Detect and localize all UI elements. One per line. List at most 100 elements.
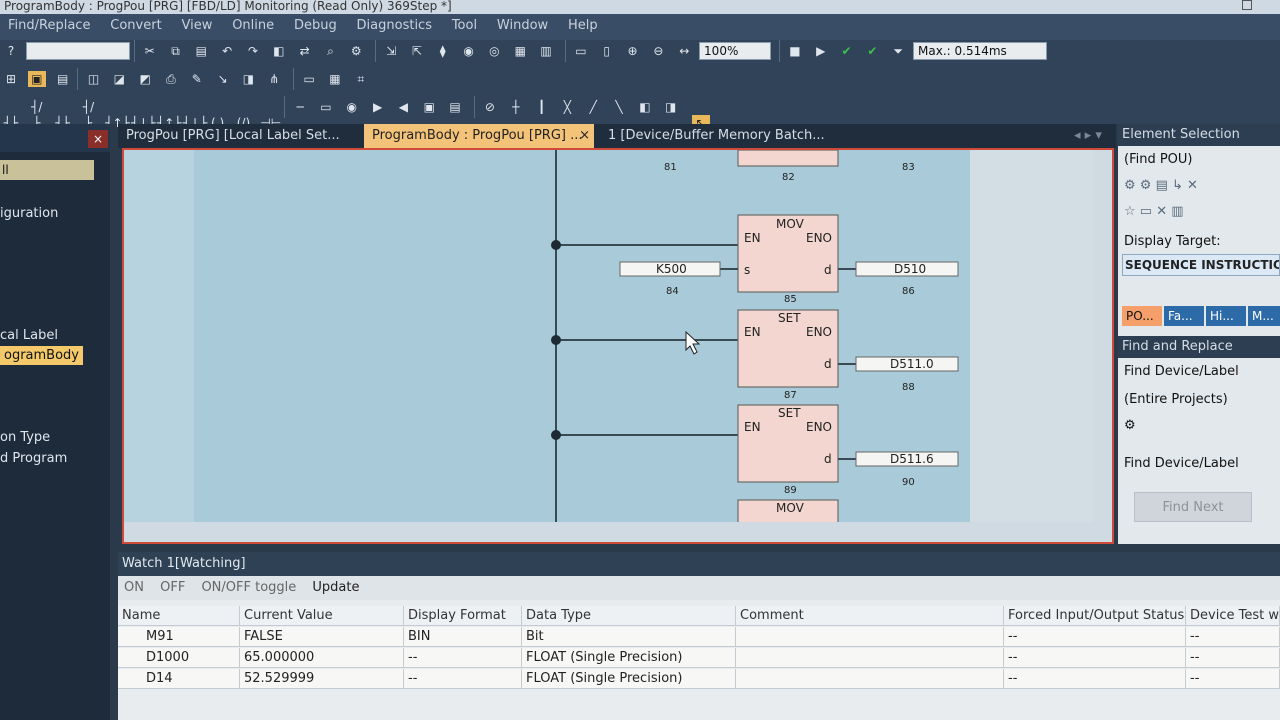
find-option-icon[interactable]: ⚙	[1124, 418, 1136, 433]
table-row[interactable]: D1000 65.000000 -- FLOAT (Single Precisi…	[118, 648, 1280, 668]
device-batch-icon[interactable]: ▦	[511, 43, 529, 59]
dev-read-icon[interactable]: ◫	[84, 71, 102, 87]
jump-icon[interactable]: ▶	[369, 99, 387, 115]
zoom-out-icon[interactable]: ⊖	[649, 43, 667, 59]
vline-icon[interactable]: ┃	[533, 99, 551, 115]
ladder-editor[interactable]: 81 82 83 MOV EN ENO s d K500 84 85 D510 …	[122, 148, 1114, 544]
menu-tool[interactable]: Tool	[444, 14, 485, 37]
cross-ref-icon[interactable]: ⌗	[352, 71, 370, 87]
func-block-icon[interactable]: ▭	[317, 99, 335, 115]
col-data-type[interactable]: Data Type	[522, 606, 736, 626]
cell-value[interactable]: 52.529999	[240, 669, 404, 689]
label-icon[interactable]: ▣	[420, 99, 438, 115]
stop-icon[interactable]: ■	[786, 43, 804, 59]
menu-find-replace[interactable]: Find/Replace	[0, 14, 98, 37]
table-row[interactable]: D14 52.529999 -- FLOAT (Single Precision…	[118, 669, 1280, 689]
ladder-icon[interactable]: ⊞	[2, 71, 20, 87]
panel-icon[interactable]: ▭	[300, 71, 318, 87]
branch-icon[interactable]: ┼	[507, 99, 525, 115]
col-display-format[interactable]: Display Format	[404, 606, 522, 626]
device-test-icon[interactable]: ▥	[537, 43, 555, 59]
tree-item-local-label[interactable]: cal Label	[0, 328, 58, 343]
watch-update-button[interactable]: Update	[312, 580, 359, 595]
fit-width-icon[interactable]: ↔	[675, 43, 693, 59]
search-icon[interactable]: ⌕	[321, 43, 339, 59]
dev-display-icon[interactable]: ◧	[636, 99, 654, 115]
menu-online[interactable]: Online	[224, 14, 282, 37]
delete-line-icon[interactable]: ╳	[558, 99, 576, 115]
fbd-icon[interactable]: ▣	[27, 71, 46, 87]
close-icon[interactable]: ×	[88, 130, 108, 148]
undo-icon[interactable]: ↶	[218, 43, 236, 59]
erase-line-icon[interactable]: ╲	[610, 99, 628, 115]
find-next-button[interactable]: Find Next	[1134, 492, 1252, 522]
tab-favorites[interactable]: Fa...	[1164, 306, 1204, 326]
cell-value[interactable]: FALSE	[240, 627, 404, 647]
watch-toggle-button[interactable]: ON/OFF toggle	[201, 580, 296, 595]
col-current-value[interactable]: Current Value	[240, 606, 404, 626]
col-device-test[interactable]: Device Test wit	[1186, 606, 1280, 626]
dev-compile-icon[interactable]: ◨	[239, 71, 257, 87]
ladder-diagram[interactable]: 81 82 83 MOV EN ENO s d K500 84 85 D510 …	[124, 150, 1096, 524]
read-plc-icon[interactable]: ⇱	[408, 43, 426, 59]
tree-item-function-type[interactable]: on Type	[0, 430, 50, 445]
cell-format[interactable]: --	[404, 669, 522, 689]
check-icon[interactable]: ✔	[838, 43, 856, 59]
dev-mode-icon[interactable]: ◨	[662, 99, 680, 115]
tree-item-program[interactable]: d Program	[0, 451, 67, 466]
edit-icon[interactable]: ✎	[188, 71, 206, 87]
tab-scroll-arrows[interactable]: ◂ ▸ ▾	[1066, 124, 1114, 148]
menu-help[interactable]: Help	[560, 14, 606, 37]
cell-format[interactable]: --	[404, 648, 522, 668]
watch-off-button[interactable]: OFF	[160, 580, 185, 595]
window-icon[interactable]: ▭	[572, 43, 590, 59]
sfc-icon[interactable]: ▤	[54, 71, 72, 87]
check-all-icon[interactable]: ✔	[863, 43, 881, 59]
tree-item-programbody[interactable]: ogramBody	[0, 346, 83, 365]
print-icon[interactable]: ⎙	[162, 71, 180, 87]
operation-icon[interactable]: ◉	[343, 99, 361, 115]
find-scope-dropdown[interactable]: (Entire Projects)	[1124, 392, 1228, 407]
scan-icon[interactable]: ⏷	[889, 43, 907, 59]
dev-write-icon[interactable]: ◪	[110, 71, 128, 87]
contact-nc-icon[interactable]: ┤/├	[28, 99, 46, 130]
menu-convert[interactable]: Convert	[102, 14, 169, 37]
find-pou-label[interactable]: (Find POU)	[1124, 152, 1193, 167]
menu-view[interactable]: View	[174, 14, 221, 37]
cut-icon[interactable]: ✂	[141, 43, 159, 59]
tab-pou[interactable]: PO...	[1122, 306, 1162, 326]
replace-icon[interactable]: ⇄	[296, 43, 314, 59]
tab-local-label[interactable]: ProgPou [PRG] [Local Label Set...	[118, 124, 362, 148]
hline-icon[interactable]: ─	[291, 99, 309, 115]
maximize-icon[interactable]	[1242, 0, 1252, 10]
tab-device-batch[interactable]: 1 [Device/Buffer Memory Batch...	[600, 124, 840, 148]
zoom-in-icon[interactable]: ⊕	[624, 43, 642, 59]
display-target-value[interactable]: SEQUENCE INSTRUCTIONS	[1122, 254, 1280, 276]
comment-icon[interactable]: ▤	[446, 99, 464, 115]
contact-or-nc-icon[interactable]: ┤/├	[79, 99, 97, 130]
zoom-select[interactable]: 100%	[699, 42, 772, 60]
settings-icon[interactable]: ⚙	[347, 43, 365, 59]
verify-icon[interactable]: ⧫	[434, 43, 452, 59]
write-plc-icon[interactable]: ⇲	[382, 43, 400, 59]
device-icon[interactable]: ◧	[270, 43, 288, 59]
no-contact-icon[interactable]: ⊘	[481, 99, 499, 115]
play-icon[interactable]: ▶	[812, 43, 830, 59]
watch-on-button[interactable]: ON	[124, 580, 144, 595]
grid-icon[interactable]: ▦	[326, 71, 344, 87]
project-selector[interactable]	[25, 42, 130, 60]
help-icon[interactable]: ?	[2, 43, 20, 59]
close-tab-icon[interactable]: ×	[579, 124, 590, 148]
menu-window[interactable]: Window	[489, 14, 556, 37]
redo-icon[interactable]: ↷	[244, 43, 262, 59]
cell-format[interactable]: BIN	[404, 627, 522, 647]
horizontal-scrollbar[interactable]	[124, 522, 1112, 542]
tab-module[interactable]: M...	[1248, 306, 1280, 326]
monitor-icon[interactable]: ◉	[460, 43, 478, 59]
return-icon[interactable]: ◀	[394, 99, 412, 115]
cell-value[interactable]: 65.000000	[240, 648, 404, 668]
monitor-stop-icon[interactable]: ◎	[485, 43, 503, 59]
col-forced-status[interactable]: Forced Input/Output Status	[1004, 606, 1186, 626]
table-row[interactable]: M91 FALSE BIN Bit -- --	[118, 627, 1280, 647]
vertical-scrollbar[interactable]	[1094, 150, 1112, 542]
